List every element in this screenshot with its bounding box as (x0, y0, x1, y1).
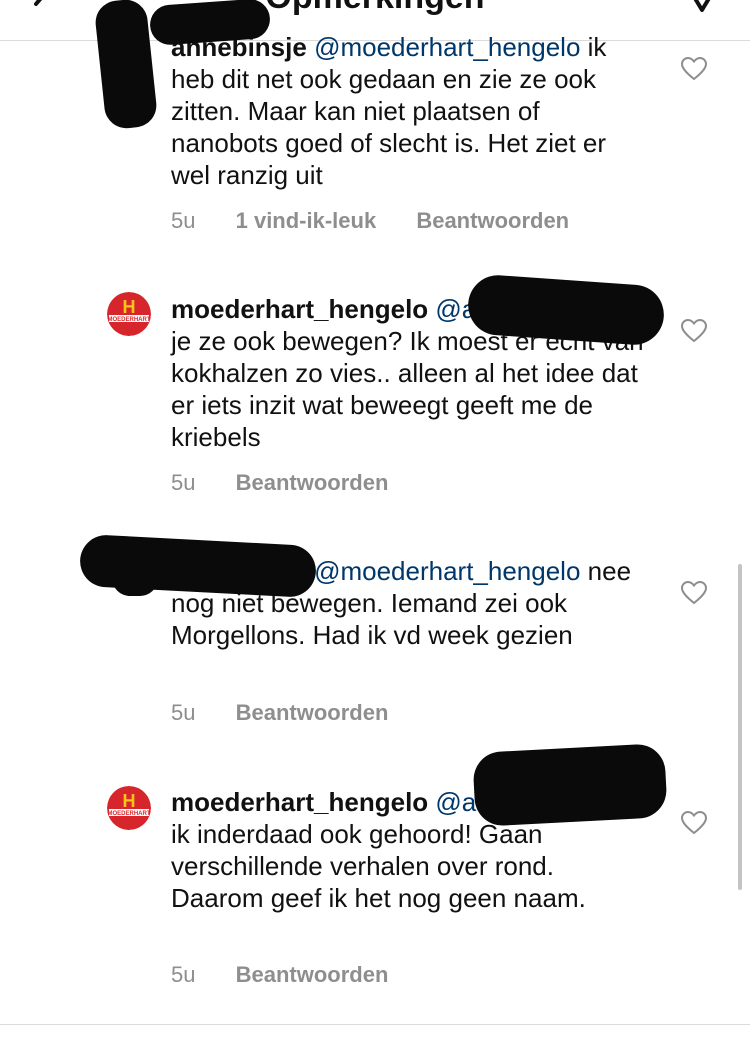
heart-icon[interactable] (680, 318, 708, 344)
logo-letter: H (123, 791, 136, 811)
paper-plane-icon[interactable] (682, 0, 722, 26)
comment-mention[interactable]: @moederhart_hengelo (314, 32, 580, 62)
reply-button[interactable]: Beantwoorden (236, 470, 389, 496)
moederhart-logo: H MOEDERHART (107, 786, 151, 830)
heart-icon[interactable] (680, 580, 708, 606)
comment-username[interactable]: moederhart_hengelo (171, 294, 428, 324)
reply-button[interactable]: Beantwoorden (236, 962, 389, 988)
logo-name: MOEDERHART (108, 317, 151, 323)
divider (0, 1024, 750, 1025)
logo-name: MOEDERHART (108, 811, 151, 817)
comment-time: 5u (171, 700, 196, 725)
scrollbar[interactable] (738, 564, 742, 890)
redaction-marker (472, 743, 668, 827)
reply-button[interactable]: Beantwoorden (416, 208, 569, 234)
comment-username[interactable]: moederhart_hengelo (171, 787, 428, 817)
comment-time: 5u (171, 962, 196, 987)
logo-letter: H (123, 297, 136, 317)
comment-meta: 5u Beantwoorden (171, 700, 422, 726)
comment-meta: 5u Beantwoorden (171, 962, 422, 988)
avatar[interactable]: H MOEDERHART (107, 292, 151, 336)
comment-meta: 5u Beantwoorden (171, 470, 422, 496)
moederhart-logo: H MOEDERHART (107, 292, 151, 336)
heart-icon[interactable] (680, 810, 708, 836)
reply-button[interactable]: Beantwoorden (236, 700, 389, 726)
avatar[interactable]: H MOEDERHART (107, 786, 151, 830)
comment-time: 5u (171, 470, 196, 495)
heart-icon[interactable] (680, 56, 708, 82)
comment-meta: 5u 1 vind-ik-leuk Beantwoorden (171, 208, 603, 234)
comment-time: 5u (171, 208, 196, 233)
redaction-marker (112, 560, 158, 596)
comment-mention[interactable]: @moederhart_hengelo (314, 556, 580, 586)
like-count[interactable]: 1 vind-ik-leuk (236, 208, 377, 234)
comment-text: annebinsje @moederhart_hengelo ik heb di… (171, 31, 651, 191)
